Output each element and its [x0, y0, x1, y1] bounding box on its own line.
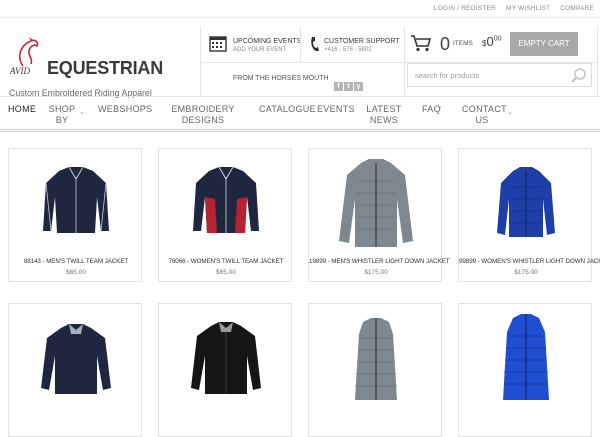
login-register-link[interactable]: LOGIN / REGISTER [434, 5, 496, 12]
upcoming-events[interactable]: UPCOMING EVENTS ADD YOUR EVENT [200, 26, 302, 62]
nav-events[interactable]: EVENTS [317, 104, 355, 115]
compare-link[interactable]: COMPARE [560, 5, 594, 12]
product-title[interactable]: 19899 - MEN'S WHISTLER LIGHT DOWN JACKET [309, 258, 450, 265]
cart-icon[interactable] [411, 35, 431, 52]
product-price: $65.00 [216, 269, 236, 276]
events-sub: ADD YOUR EVENT [233, 47, 287, 53]
faq-chevron-icon: ⌄ [437, 103, 443, 110]
wishlist-link[interactable]: MY WISHLIST [506, 5, 550, 12]
product-title[interactable]: 88143 - MEN'S TWILL TEAM JACKET [9, 258, 143, 265]
product-image [191, 322, 261, 394]
search-icon[interactable] [570, 67, 588, 85]
product-image [355, 318, 397, 400]
horse-logo-icon: AVID [9, 37, 39, 76]
main-nav: HOME SHOP BY ⌄ WEBSHOPS ⌄ EMBROIDERY DES… [0, 96, 600, 132]
product-image [339, 159, 413, 247]
site-logo[interactable]: AVID EQUESTRIAN Custom Embroidered Ridin… [9, 36, 199, 98]
product-card[interactable] [8, 303, 142, 437]
youtube-icon[interactable]: y [354, 82, 363, 91]
product-image [497, 167, 555, 237]
product-image [41, 324, 111, 394]
product-card[interactable]: 99899 - WOMEN'S WHISTLER LIGHT DOWN JACK… [458, 148, 600, 282]
product-price: $175.00 [514, 269, 538, 276]
from-horses-mouth: FROM THE HORSES MOUTH [233, 75, 329, 82]
search-placeholder: search for products [415, 71, 480, 80]
product-card[interactable] [158, 303, 292, 437]
nav-latest-news[interactable]: LATEST NEWS [366, 104, 402, 126]
contact-chevron-icon: ⌄ [507, 109, 513, 116]
nav-shop-by[interactable]: SHOP BY [48, 104, 76, 126]
product-card[interactable]: 78066 - WOMEN'S TWILL TEAM JACKET $65.00 [158, 148, 292, 282]
calendar-icon [209, 36, 227, 52]
product-price: $65.00 [66, 269, 86, 276]
product-price: $175.00 [364, 269, 388, 276]
product-card[interactable] [308, 303, 442, 437]
horses-mouth-row: FROM THE HORSES MOUTH [200, 62, 404, 96]
product-title[interactable]: 99899 - WOMEN'S WHISTLER LIGHT DOWN JACK… [459, 258, 600, 265]
product-card[interactable]: 88143 - MEN'S TWILL TEAM JACKET $65.00 [8, 148, 142, 282]
nav-catalogue[interactable]: CATALOGUE [259, 104, 316, 115]
social-links: fty [334, 75, 364, 93]
cart-count: 0 [440, 34, 451, 54]
cart-total: $000 [482, 34, 502, 49]
nav-embroidery-designs[interactable]: EMBROIDERY DESIGNS [170, 104, 236, 126]
product-card[interactable]: 19899 - MEN'S WHISTLER LIGHT DOWN JACKET… [308, 148, 450, 282]
twitter-icon[interactable]: t [344, 82, 353, 91]
top-bar: LOGIN / REGISTER MY WISHLIST COMPARE [0, 0, 600, 18]
product-title[interactable]: 78066 - WOMEN'S TWILL TEAM JACKET [159, 258, 293, 265]
support-phone: +416 - 576 - 5802 [324, 47, 372, 53]
product-card[interactable] [458, 303, 592, 437]
top-links: LOGIN / REGISTER MY WISHLIST COMPARE [426, 5, 594, 12]
search-input[interactable]: search for products [407, 63, 592, 87]
product-image [193, 166, 259, 233]
customer-support[interactable]: CUSTOMER SUPPORT +416 - 576 - 5802 [300, 26, 404, 62]
product-image [503, 314, 549, 400]
webshops-chevron-icon: ⌄ [142, 103, 148, 110]
events-title: UPCOMING EVENTS [233, 38, 302, 45]
nav-contact-us[interactable]: CONTACT US [462, 104, 507, 126]
shop-by-chevron-icon: ⌄ [79, 109, 85, 116]
logo-name: EQUESTRIAN [47, 58, 164, 78]
facebook-icon[interactable]: f [334, 82, 343, 91]
nav-home[interactable]: HOME [8, 104, 36, 115]
support-title: CUSTOMER SUPPORT [324, 38, 400, 45]
cart-items-label: ITEMS [453, 40, 473, 47]
logo-mark-text: AVID [9, 66, 31, 76]
phone-icon [311, 37, 319, 51]
product-image [43, 166, 109, 233]
empty-cart-button[interactable]: EMPTY CART [510, 32, 578, 56]
product-grid: 88143 - MEN'S TWILL TEAM JACKET $65.00 7… [0, 148, 600, 437]
